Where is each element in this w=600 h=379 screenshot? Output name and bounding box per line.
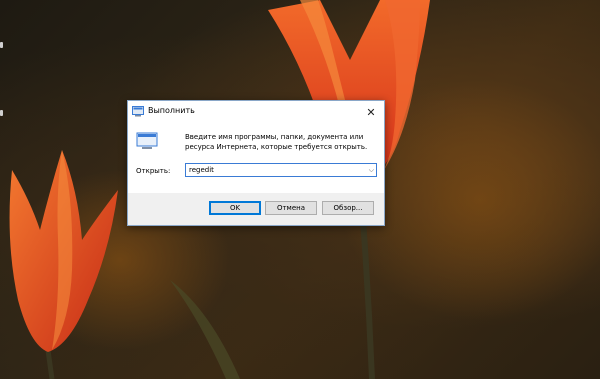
close-icon: ✕	[366, 105, 376, 119]
chevron-down-icon[interactable]: ⌵	[369, 164, 374, 176]
dialog-body: Введите имя программы, папки, документа …	[128, 123, 384, 193]
browse-button[interactable]: Обзор...	[322, 201, 374, 215]
ok-button[interactable]: OK	[209, 201, 261, 215]
open-combobox[interactable]: regedit ⌵	[185, 163, 377, 177]
open-label: Открыть:	[136, 167, 171, 175]
dialog-description: Введите имя программы, папки, документа …	[185, 133, 368, 151]
cancel-button[interactable]: Отмена	[265, 201, 317, 215]
open-input-value[interactable]: regedit	[189, 166, 214, 174]
run-icon	[132, 106, 144, 117]
desktop-icon-edge[interactable]	[0, 42, 3, 48]
desktop-icon-edge[interactable]	[0, 110, 3, 116]
title-bar[interactable]: Выполнить ✕	[128, 101, 384, 123]
run-dialog: Выполнить ✕ Введите имя программы, папки…	[127, 100, 385, 226]
close-button[interactable]: ✕	[358, 101, 384, 123]
run-icon	[136, 132, 158, 149]
dialog-title: Выполнить	[148, 106, 195, 115]
